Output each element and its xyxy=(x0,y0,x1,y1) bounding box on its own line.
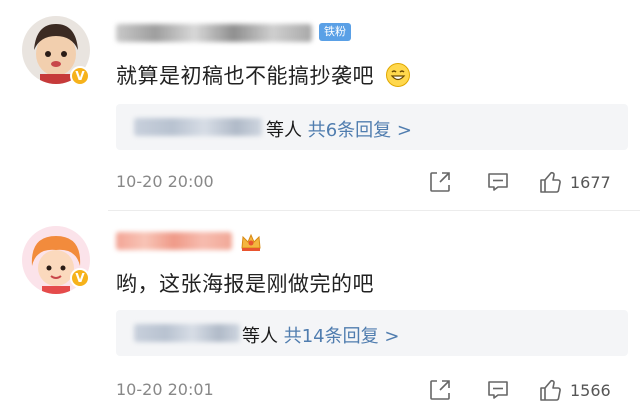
reply-summary[interactable]: 等人 共14条回复 > xyxy=(116,310,628,356)
comment-button[interactable] xyxy=(486,378,510,402)
reply-suffix: 等人 xyxy=(266,120,302,141)
timestamp: 10-20 20:01 xyxy=(116,380,214,399)
view-replies-link[interactable]: 共6条回复 > xyxy=(308,120,412,141)
replier-names-blurred xyxy=(134,118,262,136)
like-count: 1677 xyxy=(570,172,611,192)
like-count: 1566 xyxy=(570,380,611,400)
fan-badge: 铁粉 xyxy=(319,23,351,41)
verified-badge-icon: V xyxy=(70,268,90,288)
share-icon xyxy=(430,172,450,192)
reply-summary-text: 等人 共6条回复 > xyxy=(266,116,412,142)
grin-emoji-icon xyxy=(386,63,411,87)
comment-text-content: 就算是初稿也不能搞抄袭吧 xyxy=(116,64,374,88)
comment-item: V 哟，这张海报是刚做完的吧 等人 共14条回复 > 10-20 20:01 1… xyxy=(0,210,640,415)
crown-badge-icon xyxy=(241,233,261,251)
comment-button[interactable] xyxy=(486,170,510,194)
like-button[interactable]: 1566 xyxy=(538,378,611,402)
like-button[interactable]: 1677 xyxy=(538,170,611,194)
reply-suffix: 等人 xyxy=(242,326,278,347)
comment-text: 哟，这张海报是刚做完的吧 xyxy=(116,272,374,296)
comment-item: V 铁粉 就算是初稿也不能搞抄袭吧 等人 共6条回复 > 10-20 20:00 xyxy=(0,0,640,210)
timestamp: 10-20 20:00 xyxy=(116,172,214,191)
view-replies-link[interactable]: 共14条回复 > xyxy=(284,326,400,347)
reply-summary-text: 等人 共14条回复 > xyxy=(242,322,399,348)
comment-text: 就算是初稿也不能搞抄袭吧 xyxy=(116,60,411,90)
username-blurred[interactable] xyxy=(116,24,312,42)
share-button[interactable] xyxy=(428,170,452,194)
share-icon xyxy=(430,380,450,400)
comment-icon xyxy=(488,381,508,399)
share-button[interactable] xyxy=(428,378,452,402)
comment-icon xyxy=(488,173,508,191)
thumbs-up-icon xyxy=(540,380,561,401)
username-blurred[interactable] xyxy=(116,232,232,250)
reply-summary[interactable]: 等人 共6条回复 > xyxy=(116,104,628,150)
thumbs-up-icon xyxy=(540,172,561,193)
replier-names-blurred xyxy=(134,324,240,342)
verified-badge-icon: V xyxy=(70,66,90,86)
